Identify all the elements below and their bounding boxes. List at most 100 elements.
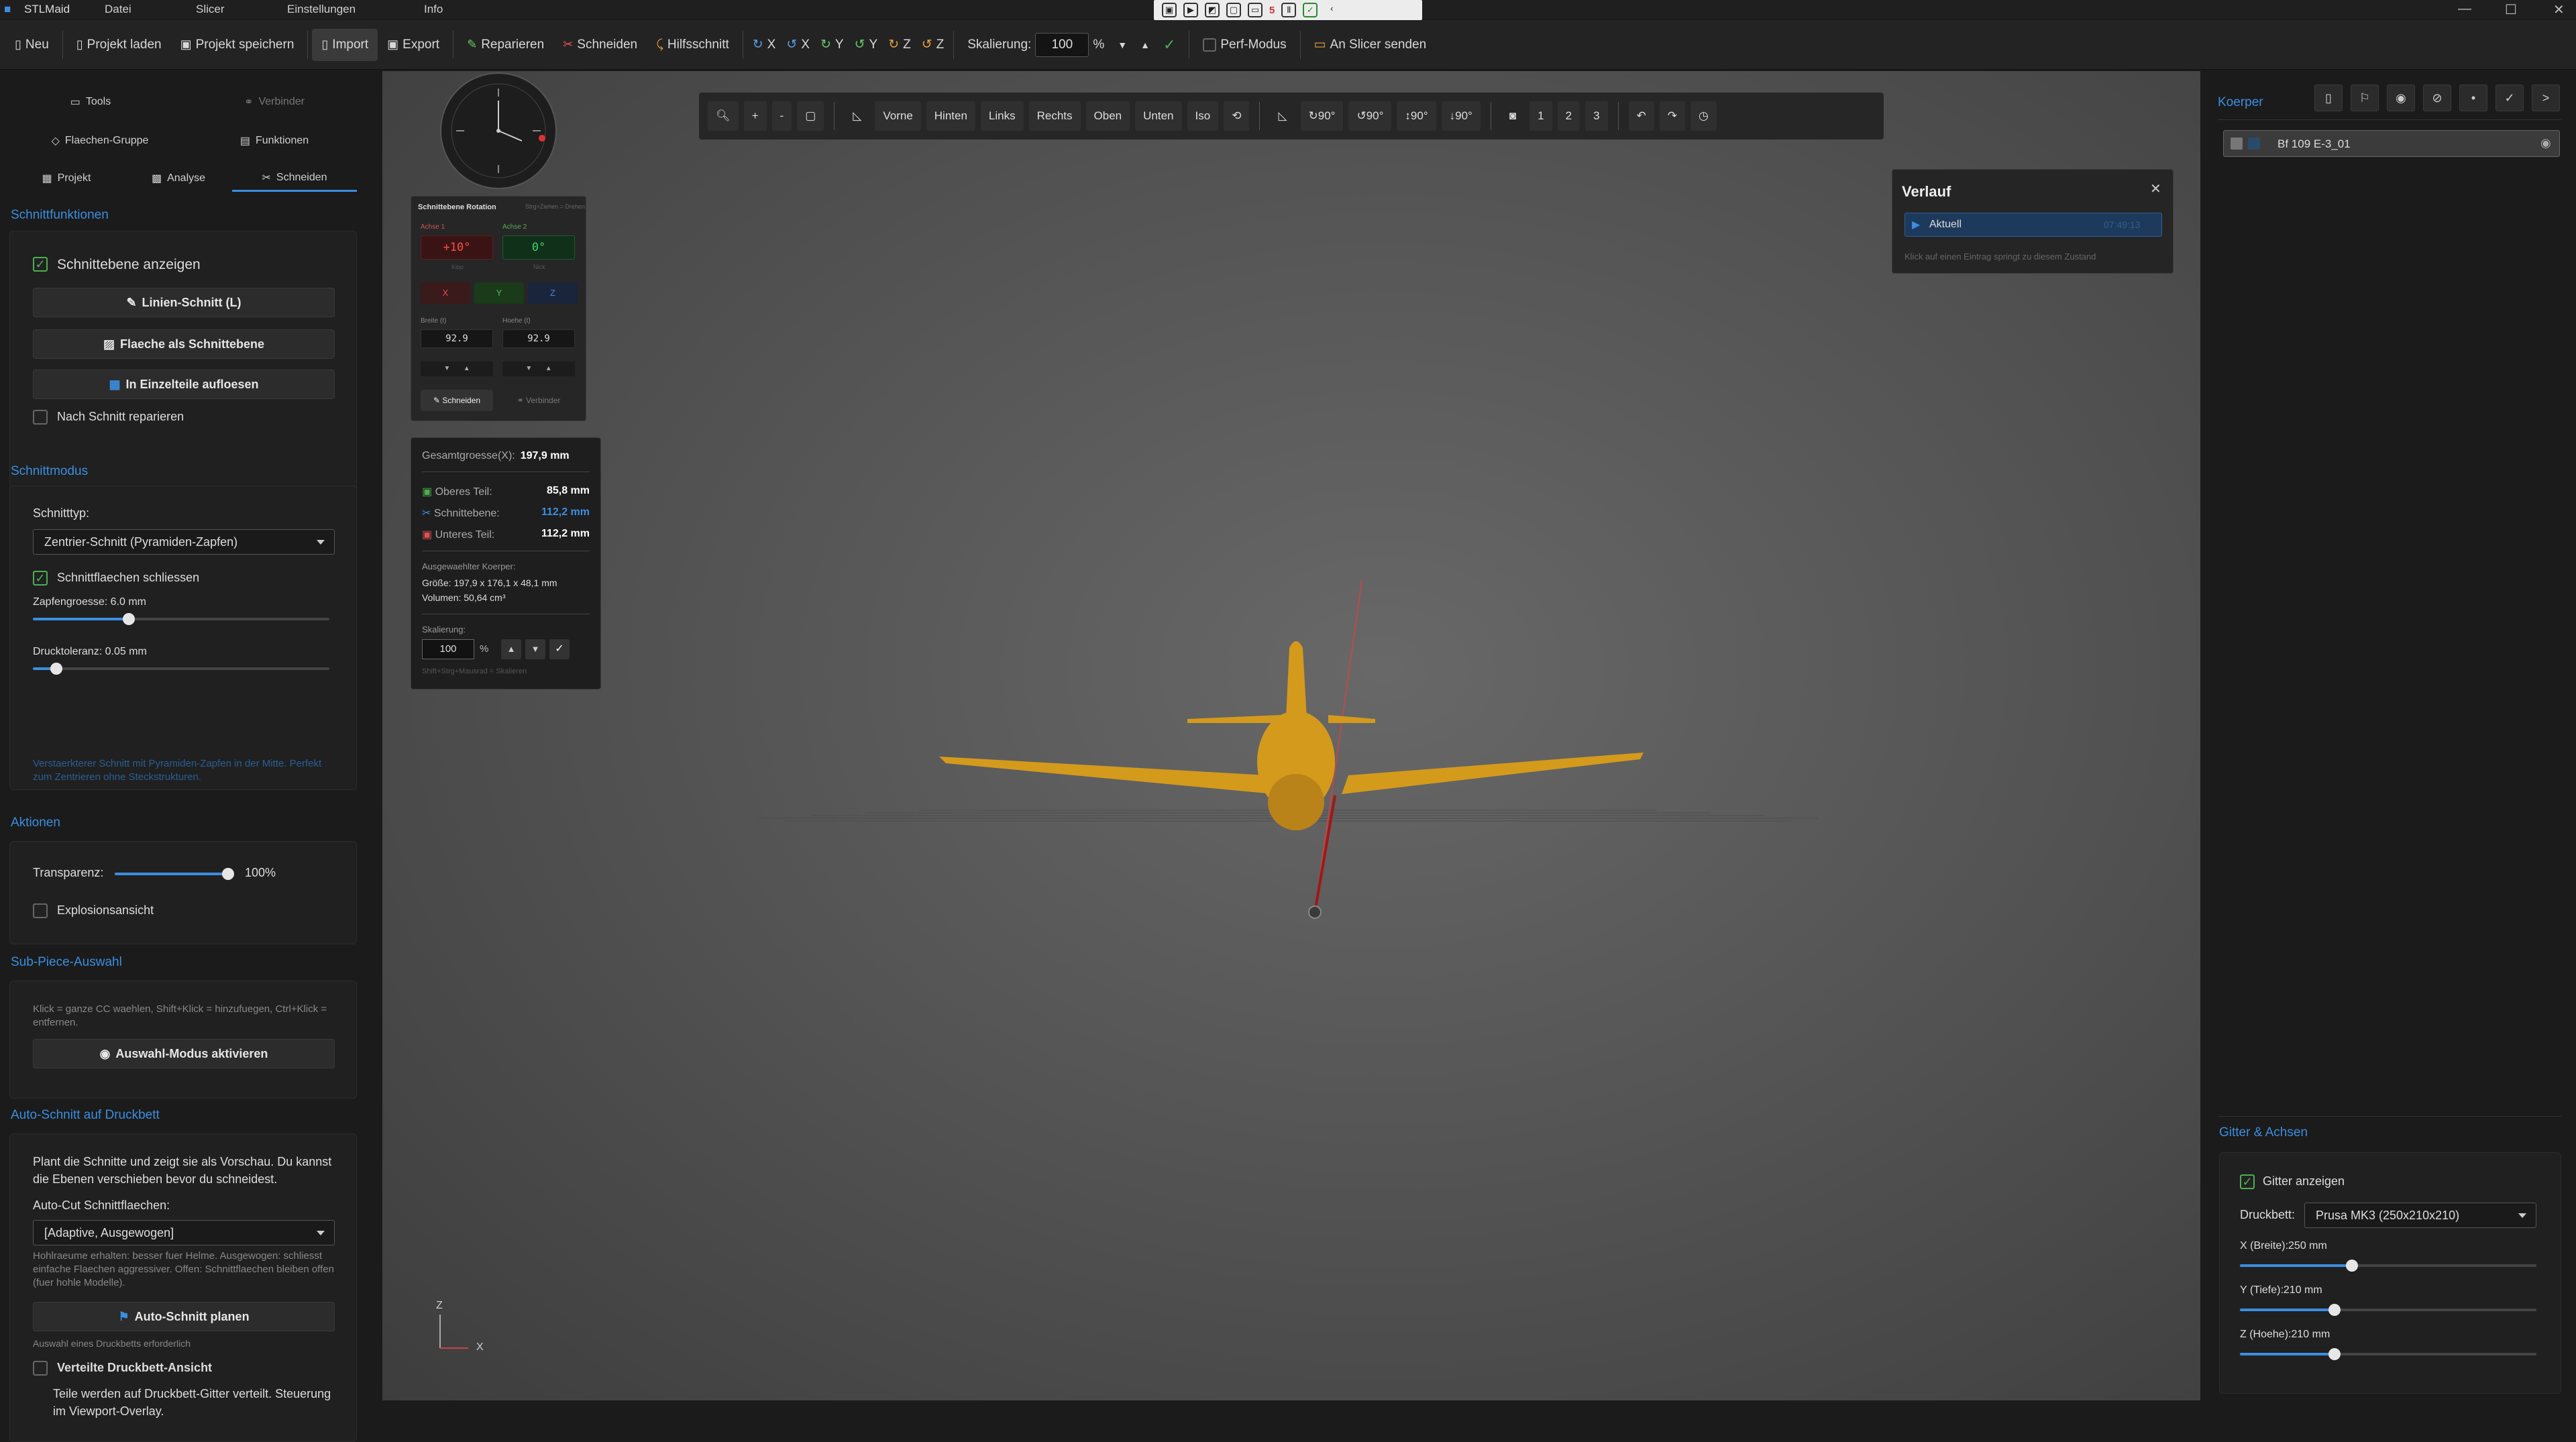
scale-down-icon[interactable]: ▼ — [1118, 40, 1127, 50]
menu-slicer[interactable]: Slicer — [196, 3, 225, 16]
monitor-icon[interactable]: ▭ — [1248, 3, 1263, 17]
tab-schneiden[interactable]: ✂ Schneiden — [232, 165, 357, 192]
scale-input[interactable]: 100 — [1035, 32, 1089, 57]
size-scale-up-button[interactable]: ▲ — [501, 639, 521, 659]
size-scale-apply-button[interactable]: ✓ — [549, 639, 570, 659]
menu-datei[interactable]: Datei — [105, 3, 131, 16]
rotation-connect-button[interactable]: ⚭ Verbinder — [502, 390, 575, 411]
record-icon[interactable]: ▶ — [1183, 3, 1198, 17]
new-button[interactable]: ▯ Neu — [5, 29, 58, 61]
helper-cut-button[interactable]: ⤹ Hilfsschnitt — [647, 29, 739, 61]
minimize-icon[interactable]: — — [2458, 1, 2471, 17]
show-plane-checkbox[interactable]: ✓ — [33, 257, 48, 272]
view-right-button[interactable]: Rechts — [1028, 101, 1081, 131]
rot-90-a-button[interactable]: ↻90° — [1300, 101, 1344, 131]
axis2-value[interactable]: 0° — [502, 235, 575, 260]
load-project-button[interactable]: ▯ Projekt laden — [67, 29, 171, 61]
zoom-button[interactable]: 🔍︎ — [708, 101, 739, 131]
slider-knob[interactable] — [2328, 1304, 2341, 1316]
slider-knob[interactable] — [2328, 1348, 2341, 1360]
repair-after-checkbox[interactable] — [33, 410, 48, 425]
rotate-y-button[interactable]: Y — [474, 282, 524, 304]
tab-projekt[interactable]: ▦ Projekt — [9, 165, 123, 192]
perf-checkbox[interactable] — [1203, 38, 1217, 52]
body-visibility-icon[interactable]: ◉ — [2540, 136, 2551, 150]
slot-2-button[interactable]: 2 — [1557, 101, 1580, 131]
screenshot-icon[interactable]: ▣ — [1162, 3, 1177, 17]
tab-funktionen[interactable]: ▤ Funktionen — [193, 127, 356, 154]
body-checkbox[interactable] — [2231, 137, 2243, 150]
scale-apply-icon[interactable]: ✓ — [1163, 36, 1175, 54]
rotate-z-button[interactable]: Z — [528, 282, 578, 304]
slider-knob[interactable] — [2346, 1260, 2358, 1272]
history-entry-current[interactable]: ▶ Aktuell 07:49:13 — [1904, 213, 2162, 237]
width-value[interactable]: 92.9 — [421, 329, 493, 348]
flag-icon[interactable]: ⚐ — [2351, 85, 2379, 111]
window-capture-icon[interactable]: ◩ — [1205, 3, 1220, 17]
rotate-y-cw-button[interactable]: ↺ Y — [849, 29, 883, 61]
view-left-button[interactable]: Links — [980, 101, 1024, 131]
close-faces-checkbox[interactable]: ✓ — [33, 571, 48, 586]
bed-select[interactable]: Prusa MK3 (250x210x210) — [2304, 1203, 2536, 1228]
tab-tools[interactable]: ▭ Tools — [9, 89, 172, 115]
rot-90-c-button[interactable]: ↕90° — [1397, 101, 1436, 131]
check-icon[interactable]: ✓ — [1303, 3, 1318, 17]
view-back-button[interactable]: Hinten — [926, 101, 975, 131]
perf-mode-toggle[interactable]: Perf-Modus — [1193, 29, 1295, 61]
tolerance-slider[interactable] — [33, 663, 329, 675]
maximize-icon[interactable]: ☐ — [2505, 1, 2517, 18]
rot-90-b-button[interactable]: ↺90° — [1348, 101, 1392, 131]
tab-flaechen-gruppe[interactable]: ◇ Flaechen-Gruppe — [9, 127, 191, 154]
expand-icon[interactable]: > — [2532, 85, 2560, 111]
view-front-button[interactable]: Vorne — [875, 101, 921, 131]
plan-autocut-button[interactable]: ⚑ Auto-Schnitt planen — [33, 1302, 335, 1331]
body-list-item[interactable]: Bf 109 E-3_01 ◉ — [2223, 130, 2560, 157]
save-project-button[interactable]: ▣ Projekt speichern — [171, 29, 304, 61]
line-cut-button[interactable]: ✎ Linien-Schnitt (L) — [33, 288, 335, 317]
send-to-slicer-button[interactable]: ▭ An Slicer senden — [1305, 29, 1436, 61]
split-parts-button[interactable]: ▦ In Einzelteile aufloesen — [33, 370, 335, 399]
rotate-z-ccw-button[interactable]: ↻ Z — [883, 29, 916, 61]
slider-knob[interactable] — [123, 613, 135, 625]
autocut-faces-select[interactable]: [Adaptive, Ausgewogen] — [33, 1220, 335, 1245]
face-plane-button[interactable]: ▨ Flaeche als Schnittebene — [33, 329, 335, 359]
history-close-icon[interactable]: ✕ — [2150, 180, 2161, 197]
slider-knob[interactable] — [222, 868, 234, 880]
collapse-icon[interactable]: ‹ — [1324, 3, 1339, 17]
angle-icon[interactable]: ◺ — [1270, 101, 1295, 131]
axis1-value[interactable]: +10° — [421, 235, 493, 260]
size-scale-down-button[interactable]: ▼ — [525, 639, 545, 659]
slot-3-button[interactable]: 3 — [1585, 101, 1608, 131]
repair-button[interactable]: ✎ Reparieren — [458, 29, 553, 61]
cut-button[interactable]: ✂ Schneiden — [553, 29, 647, 61]
measure-icon[interactable]: ◺ — [845, 101, 869, 131]
scale-up-icon[interactable]: ▲ — [1140, 40, 1150, 50]
close-window-icon[interactable]: ✕ — [2553, 1, 2565, 18]
rotate-x-ccw-button[interactable]: ↻ X — [747, 29, 782, 61]
height-steppers[interactable]: ▼ ▲ — [502, 362, 575, 376]
height-value[interactable]: 92.9 — [502, 329, 575, 348]
redo-button[interactable]: ↷ — [1659, 101, 1686, 131]
select-mode-button[interactable]: ◉ Auswahl-Modus aktivieren — [33, 1039, 335, 1068]
rotate-y-ccw-button[interactable]: ↻ Y — [815, 29, 849, 61]
x-size-slider[interactable] — [2240, 1260, 2536, 1272]
tab-analyse[interactable]: ▩ Analyse — [125, 165, 232, 192]
view-bottom-button[interactable]: Unten — [1135, 101, 1182, 131]
view-top-button[interactable]: Oben — [1085, 101, 1130, 131]
reset-view-button[interactable]: ⟲ — [1224, 101, 1250, 131]
check-all-icon[interactable]: ✓ — [2496, 85, 2524, 111]
undo-button[interactable]: ↶ — [1628, 101, 1654, 131]
menu-info[interactable]: Info — [424, 3, 443, 16]
zoom-out-button[interactable]: - — [771, 101, 792, 131]
rotate-x-cw-button[interactable]: ↺ X — [781, 29, 815, 61]
dot-icon[interactable]: • — [2459, 85, 2487, 111]
cut-plane-handle[interactable] — [1308, 905, 1322, 919]
zoom-in-button[interactable]: + — [743, 101, 767, 131]
tab-verbinder[interactable]: ⚭ Verbinder — [193, 89, 356, 115]
width-steppers[interactable]: ▼ ▲ — [421, 362, 493, 376]
rotate-z-cw-button[interactable]: ↺ Z — [916, 29, 950, 61]
history-button[interactable]: ◷ — [1690, 101, 1717, 131]
fit-button[interactable]: ▢ — [797, 101, 824, 131]
explode-checkbox[interactable] — [33, 903, 48, 918]
transparency-slider[interactable] — [115, 868, 234, 880]
